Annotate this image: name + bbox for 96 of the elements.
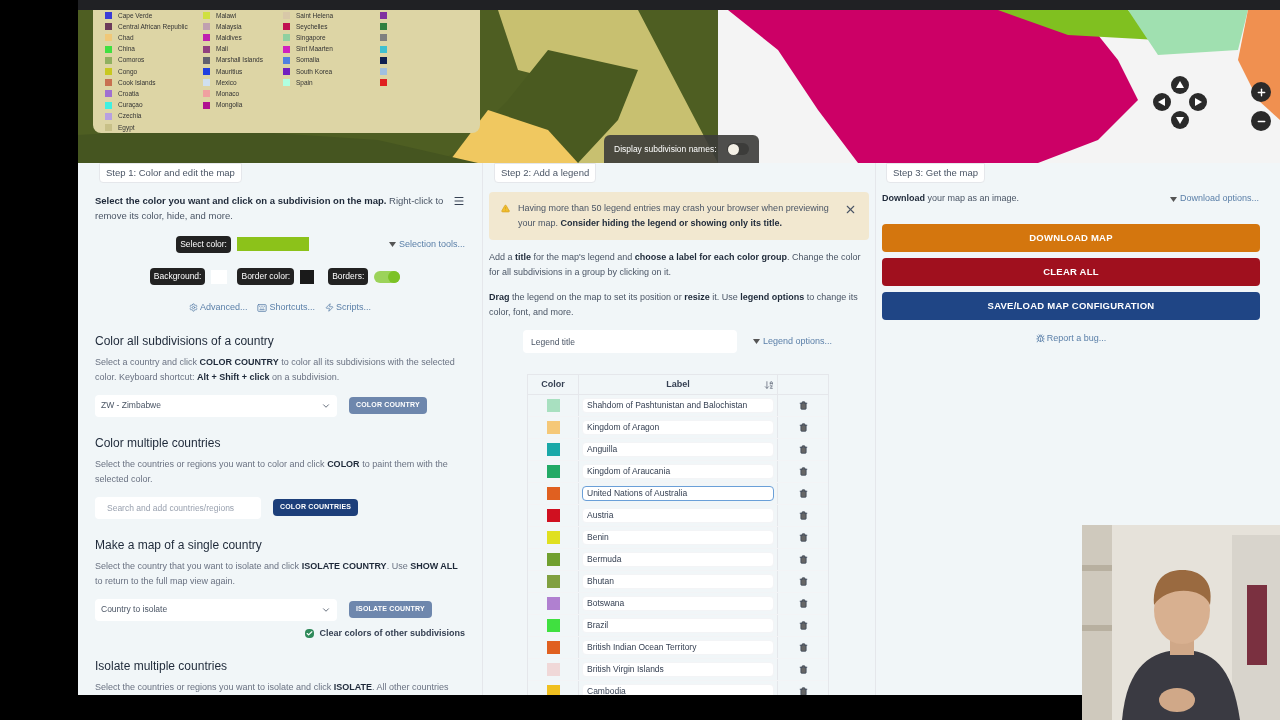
section-text: Select the countries or regions you want to isolate and click ISOLATE. All other countries bbox=[95, 681, 450, 694]
intro-text: Select the color you want and click on a subdivision on the map. Right-click to remove its color, hide, and more. bbox=[95, 194, 445, 224]
color-swatch[interactable] bbox=[546, 597, 560, 611]
caret-icon bbox=[1169, 196, 1177, 202]
color-swatch[interactable] bbox=[546, 663, 560, 677]
section-heading: Isolate multiple countries bbox=[95, 658, 229, 675]
gear-icon bbox=[188, 303, 198, 313]
pan-left-icon[interactable] bbox=[1153, 93, 1171, 111]
option-link[interactable]: Advanced... bbox=[188, 301, 248, 315]
delete-icon bbox=[798, 599, 808, 609]
lightning-icon bbox=[325, 303, 334, 313]
label-field[interactable]: British Virgin Islands bbox=[582, 662, 774, 678]
pan-right-icon[interactable] bbox=[1189, 93, 1207, 111]
label-field[interactable]: Benin bbox=[582, 530, 774, 546]
color-swatch[interactable] bbox=[546, 575, 560, 589]
color-swatch[interactable] bbox=[300, 269, 315, 284]
country-select[interactable]: Country to isolate bbox=[95, 598, 337, 621]
caret-icon bbox=[388, 241, 396, 247]
label-field[interactable]: Cambodia bbox=[582, 684, 774, 695]
color-swatch[interactable] bbox=[546, 685, 560, 695]
action-button[interactable]: SAVE/LOAD MAP CONFIGURATION bbox=[882, 291, 1260, 320]
section-heading: Color all subdivisions of a country bbox=[95, 332, 275, 350]
help-text: Add a title for the map's legend and choose a label for each color group. Change the color for all subdivisions in a group by clicking on it. bbox=[489, 251, 862, 280]
option-link[interactable]: Scripts... bbox=[325, 301, 372, 315]
delete-icon bbox=[798, 423, 808, 433]
keyboard-icon bbox=[257, 302, 268, 313]
toggle-label: Display subdivision names: bbox=[614, 142, 717, 156]
label-field[interactable]: Bhutan bbox=[582, 574, 774, 590]
section-heading: Color multiple countries bbox=[95, 434, 222, 452]
warning-icon bbox=[501, 204, 510, 214]
delete-icon bbox=[798, 467, 808, 477]
pan-up-icon[interactable] bbox=[1171, 76, 1189, 94]
color-swatch[interactable] bbox=[236, 237, 309, 252]
label-field[interactable]: Brazil bbox=[582, 618, 774, 634]
alert-text: Having more than 50 legend entries may crash your browser when previewing your map. Consider hiding the legend or showing only its title. bbox=[518, 202, 830, 231]
delete-icon bbox=[798, 643, 808, 653]
subdivision-names-toggle[interactable] bbox=[726, 143, 749, 155]
delete-icon bbox=[798, 401, 808, 411]
color-swatch[interactable] bbox=[546, 421, 560, 435]
delete-icon bbox=[798, 577, 808, 587]
plus-icon bbox=[1255, 86, 1267, 98]
control-label: Border color: bbox=[237, 268, 295, 285]
color-swatch[interactable] bbox=[546, 641, 560, 655]
color-swatch[interactable] bbox=[546, 509, 560, 523]
column-header: Color bbox=[540, 378, 566, 391]
control-label: Select color: bbox=[176, 235, 231, 253]
delete-icon bbox=[798, 665, 808, 675]
delete-icon bbox=[798, 687, 808, 695]
column-header: Label bbox=[666, 378, 690, 391]
section-text: Select the countries or regions you want to color and click COLOR to paint them with the selected color. bbox=[95, 457, 449, 486]
label-field[interactable]: Anguilla bbox=[582, 442, 774, 458]
delete-icon bbox=[798, 445, 808, 455]
borders-toggle[interactable] bbox=[374, 270, 401, 283]
color-swatch[interactable] bbox=[546, 553, 560, 567]
legend-options-link[interactable]: Legend options... bbox=[753, 335, 833, 349]
sort-icon bbox=[764, 379, 774, 390]
action-button[interactable]: CLEAR ALL bbox=[882, 257, 1260, 286]
download-options-link[interactable]: Download options... bbox=[1169, 192, 1259, 206]
color-swatch[interactable] bbox=[546, 487, 560, 501]
label-field[interactable]: Kingdom of Aragon bbox=[582, 420, 774, 436]
delete-icon bbox=[798, 511, 808, 521]
legend-title-field[interactable]: Legend title bbox=[523, 330, 737, 354]
report-bug-link[interactable]: Report a bug... bbox=[1035, 331, 1107, 346]
color-swatch[interactable] bbox=[546, 619, 560, 633]
label-field[interactable]: Botswana bbox=[582, 596, 774, 612]
checkbox-label: Clear colors of other subdivisions bbox=[319, 626, 465, 640]
caret-icon bbox=[753, 339, 760, 345]
label-field[interactable]: Kingdom of Araucania bbox=[582, 464, 774, 480]
section-text: Select the country that you want to isolate and click ISOLATE COUNTRY. Use SHOW ALL to return to the full map view again. bbox=[95, 559, 459, 588]
label-field[interactable]: British Indian Ocean Territory bbox=[582, 640, 774, 656]
country-select[interactable]: ZW - Zimbabwe bbox=[95, 394, 337, 417]
control-label: Borders: bbox=[328, 268, 369, 285]
label-field[interactable]: Shahdom of Pashtunistan and Balochistan bbox=[582, 398, 774, 414]
download-text: Download your map as an image. bbox=[882, 192, 1020, 206]
selection-tools-link[interactable]: Selection tools... bbox=[388, 237, 465, 251]
color-swatch[interactable] bbox=[546, 443, 560, 457]
section-heading: Make a map of a single country bbox=[95, 536, 263, 554]
delete-icon bbox=[798, 621, 808, 631]
label-field[interactable]: United Nations of Australia bbox=[582, 486, 774, 502]
color-swatch[interactable] bbox=[546, 531, 560, 545]
bug-icon bbox=[1035, 334, 1045, 343]
delete-icon bbox=[798, 533, 808, 543]
menu-icon bbox=[453, 195, 465, 208]
delete-icon bbox=[798, 489, 808, 499]
color-swatch[interactable] bbox=[546, 399, 560, 413]
color-swatch[interactable] bbox=[546, 465, 560, 479]
search-field[interactable]: Search and add countries/regions bbox=[95, 496, 261, 519]
option-link[interactable]: Shortcuts... bbox=[257, 301, 315, 315]
label-field[interactable]: Bermuda bbox=[582, 552, 774, 568]
help-text: Drag the legend on the map to set its position or resize it. Use legend options to change its color, font, and more. bbox=[489, 291, 859, 320]
delete-icon bbox=[798, 555, 808, 565]
checkbox[interactable] bbox=[305, 628, 315, 638]
pan-down-icon[interactable] bbox=[1171, 111, 1189, 129]
control-label: Background: bbox=[149, 268, 206, 285]
label-field[interactable]: Austria bbox=[582, 508, 774, 524]
section-text: Select a country and click COLOR COUNTRY to color all its subdivisions with the selected color. Keyboard shortcut: Alt + Shift + click on a subdivision. bbox=[95, 355, 456, 384]
